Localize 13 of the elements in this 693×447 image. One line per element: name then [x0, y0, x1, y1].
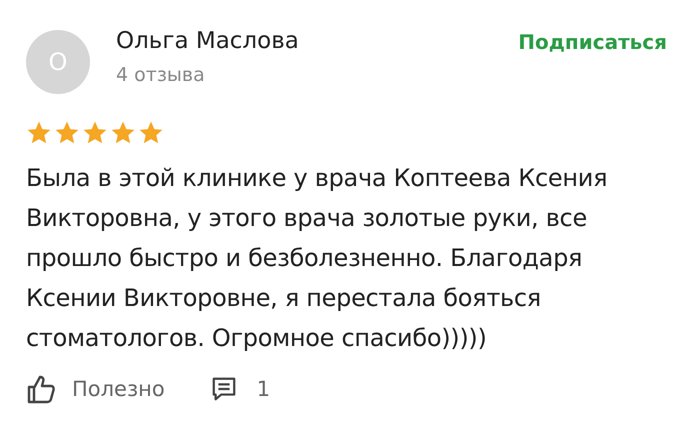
star-icon — [26, 120, 52, 146]
subscribe-button[interactable]: Подписаться — [518, 24, 667, 60]
review-text: Была в этой клинике у врача Коптеева Ксения Викторовна, у этого врача золотые руки, все прошло быстро и безболезненно. Благодаря Ксении Викторовне, я перестала бояться стоматологов. Огромное спасибо))))) — [26, 163, 608, 354]
thumbs-up-icon — [26, 374, 56, 404]
author-name[interactable]: Ольга Маслова — [116, 24, 518, 58]
star-icon — [54, 120, 80, 146]
helpful-button[interactable]: Полезно — [26, 374, 165, 404]
comments-button[interactable]: 1 — [210, 376, 270, 402]
star-icon — [138, 120, 164, 146]
comment-icon — [210, 376, 237, 402]
reviews-count: 4 отзыва — [116, 63, 206, 88]
star-icon — [82, 120, 108, 146]
star-icon — [110, 120, 136, 146]
